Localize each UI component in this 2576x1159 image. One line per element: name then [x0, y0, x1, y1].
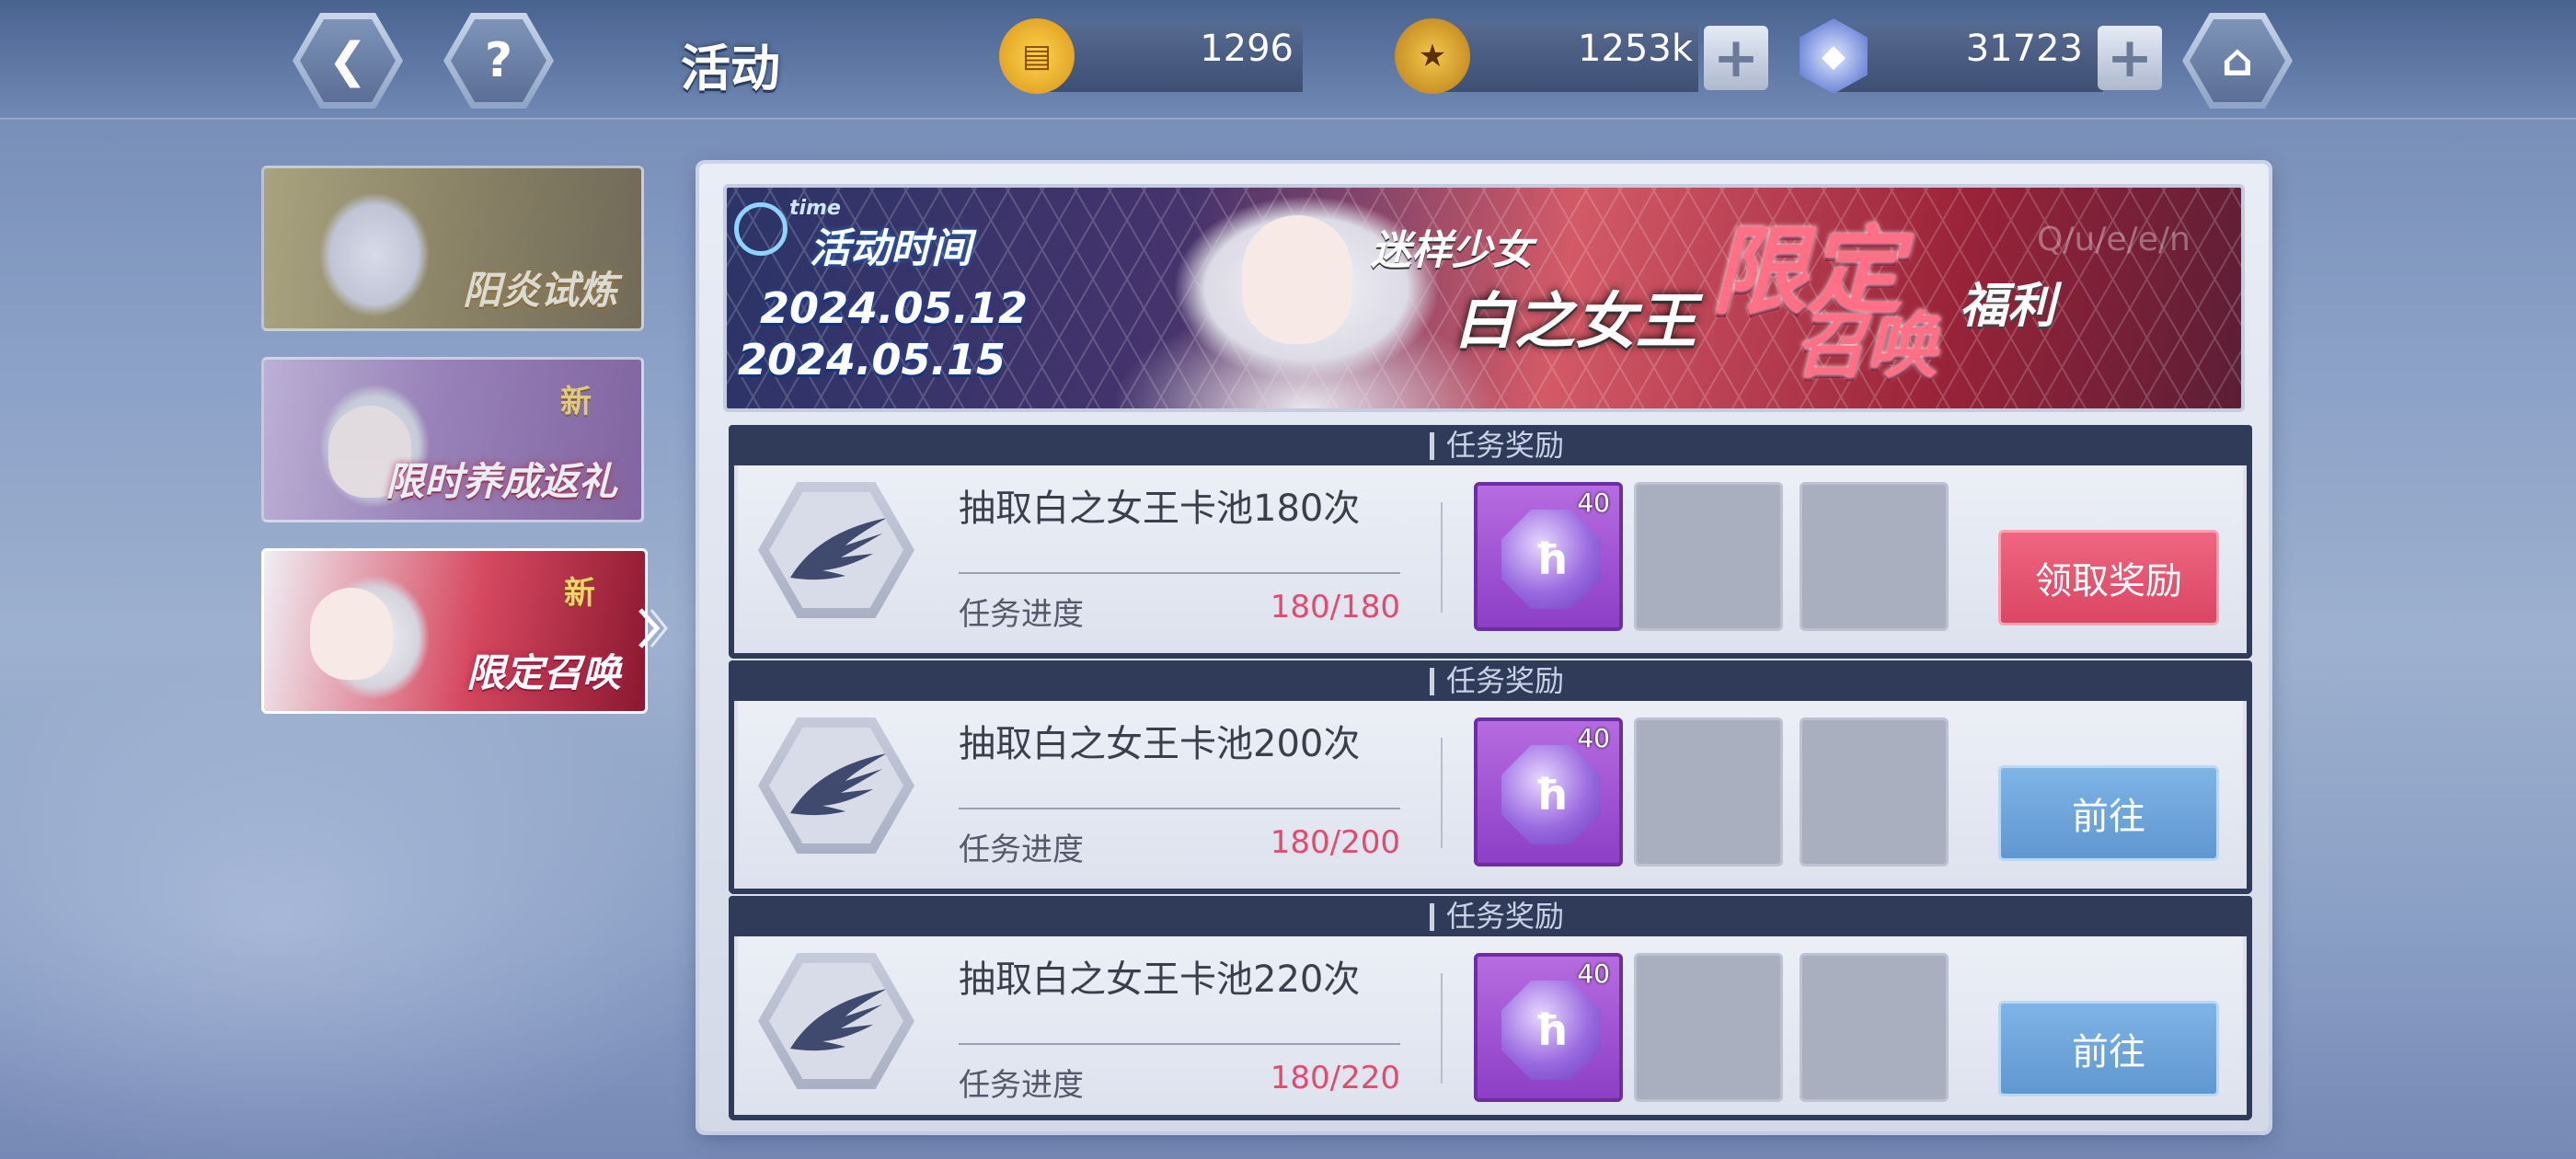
reward-count: 40: [1577, 488, 1610, 518]
new-badge: 新: [564, 575, 595, 612]
task-card-body: 抽取白之女王卡池220次 任务进度 180/220 ħ 40 前往: [738, 936, 2243, 1111]
task-card-body: 抽取白之女王卡池180次 任务进度 180/180 ħ 40 领取奖励: [738, 465, 2243, 649]
task-section-header: 任务奖励: [729, 660, 2252, 701]
task-section-label: 任务奖励: [1429, 896, 1564, 936]
wing-icon: [790, 518, 887, 580]
add-coin-button[interactable]: +: [1704, 26, 1768, 90]
task-card: 抽取白之女王卡池220次 任务进度 180/220 ħ 40 前往: [729, 936, 2252, 1120]
go-to-button[interactable]: 前往: [1998, 1001, 2219, 1096]
task-icon-frame: [758, 482, 914, 618]
task-progress-value: 180/180: [1270, 589, 1400, 625]
task-section-header: 任务奖励: [729, 896, 2252, 936]
task-title: 抽取白之女王卡池200次: [959, 723, 1361, 765]
sidebar-item-label: 阳炎试炼: [462, 268, 617, 313]
help-button[interactable]: ?: [443, 13, 554, 109]
add-crystal-button[interactable]: +: [2098, 26, 2162, 90]
sidebar-item-trial[interactable]: 阳炎试炼: [261, 166, 644, 331]
home-button[interactable]: ⌂: [2182, 13, 2293, 109]
gem-icon: ħ: [1501, 745, 1601, 844]
page-title: 活动: [681, 40, 780, 98]
task-progress-label: 任务进度: [959, 1067, 1084, 1104]
plus-icon: +: [1712, 26, 1760, 90]
task-divider: [959, 1043, 1400, 1045]
coin-icon: ★: [1395, 18, 1470, 94]
reward-slot[interactable]: ħ 40: [1474, 482, 1623, 631]
selected-arrow-icon: [638, 608, 668, 648]
task-progress-value: 180/220: [1270, 1060, 1400, 1096]
divider: [1441, 502, 1443, 613]
new-badge: 新: [560, 384, 592, 420]
task-icon-frame: [758, 953, 914, 1089]
reward-count: 40: [1577, 958, 1610, 989]
reward-slot-empty: [1800, 953, 1949, 1102]
sidebar-item-label: 限时养成返礼: [385, 459, 617, 504]
coin-value: 1253k: [1578, 28, 1693, 70]
task-progress-label: 任务进度: [959, 596, 1084, 633]
task-card: 抽取白之女王卡池180次 任务进度 180/180 ħ 40 领取奖励: [729, 465, 2252, 659]
task-title: 抽取白之女王卡池220次: [959, 958, 1361, 1001]
task-section-label: 任务奖励: [1429, 425, 1564, 465]
task-progress-value: 180/200: [1270, 824, 1400, 861]
gem-icon: ħ: [1501, 510, 1601, 609]
reward-slot[interactable]: ħ 40: [1474, 953, 1623, 1102]
gold-ingot-value: 1296: [1200, 28, 1294, 70]
banner-tag-welfare: 福利: [1960, 279, 2056, 334]
banner-character-face: [1242, 215, 1352, 344]
task-section-label: 任务奖励: [1429, 660, 1564, 701]
back-button[interactable]: ❮: [293, 13, 403, 109]
wing-icon: [790, 989, 887, 1051]
sidebar-item-growth-gift[interactable]: 新 限时养成返礼: [261, 357, 644, 522]
task-title: 抽取白之女王卡池180次: [959, 488, 1361, 530]
task-card-body: 抽取白之女王卡池200次 任务进度 180/200 ħ 40 前往: [738, 701, 2243, 885]
wing-icon: [790, 753, 887, 816]
divider: [1441, 973, 1443, 1084]
gem-icon: ħ: [1501, 981, 1601, 1080]
sidebar-item-limited-summon[interactable]: 新 限定召唤: [261, 548, 648, 714]
reward-slot-empty: [1634, 953, 1783, 1102]
tab-art: [273, 172, 485, 328]
gold-ingot-icon: ▤: [999, 18, 1075, 94]
top-bar: ❮ ? 活动 ▤ 1296 ★ 1253k + ◆ 31723 + ⌂: [0, 0, 2576, 120]
task-section-header: 任务奖励: [729, 425, 2252, 465]
banner-start-date: 2024.05.12: [760, 283, 1029, 333]
home-icon: ⌂: [2221, 35, 2254, 86]
task-icon-frame: [758, 717, 914, 854]
banner-end-date: 2024.05.15: [738, 335, 1006, 384]
banner-watermark: Q/u/e/e/n: [2037, 221, 2191, 258]
plus-icon: +: [2106, 26, 2154, 90]
task-divider: [959, 572, 1400, 574]
task-progress-label: 任务进度: [959, 832, 1084, 868]
character-face: [310, 588, 393, 680]
banner-event-name: 白之女王: [1454, 286, 1696, 357]
reward-slot-empty: [1634, 717, 1783, 866]
reward-slot[interactable]: ħ 40: [1474, 717, 1623, 866]
banner-tag-summon: 召唤: [1794, 305, 1938, 388]
reward-slot-empty: [1800, 717, 1949, 866]
task-card: 抽取白之女王卡池200次 任务进度 180/200 ħ 40 前往: [729, 701, 2252, 894]
reward-slot-empty: [1800, 482, 1949, 631]
go-to-button[interactable]: 前往: [1998, 765, 2219, 861]
task-divider: [959, 808, 1400, 809]
crystal-value: 31723: [1965, 28, 2083, 70]
event-banner: time 活动时间 2024.05.12 2024.05.15 Q/u/e/e/…: [723, 184, 2245, 412]
claim-reward-button[interactable]: 领取奖励: [1998, 530, 2219, 625]
divider: [1441, 738, 1443, 848]
banner-heading: 活动时间: [810, 225, 972, 272]
reward-slot-empty: [1634, 482, 1783, 631]
sidebar-item-label: 限定召唤: [466, 650, 621, 695]
activity-panel: time 活动时间 2024.05.12 2024.05.15 Q/u/e/e/…: [699, 164, 2269, 1131]
reward-count: 40: [1577, 723, 1610, 753]
clock-icon: [734, 202, 788, 256]
question-icon: ?: [484, 33, 513, 88]
banner-subtitle: 迷样少女: [1371, 227, 1533, 274]
back-arrow-icon: ❮: [328, 33, 368, 88]
